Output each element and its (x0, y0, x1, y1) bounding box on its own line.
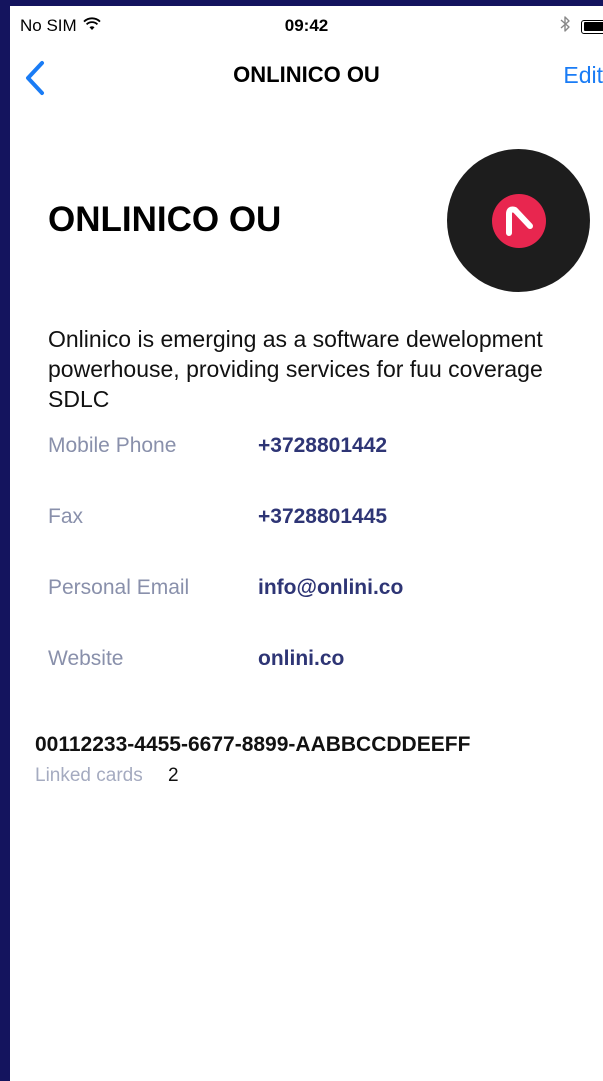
linked-cards-row[interactable]: Linked cards 2 (35, 765, 179, 787)
contact-label: Website (48, 647, 124, 670)
website-link[interactable]: onlini.co (258, 647, 344, 671)
navigation-bar: ONLINICO OU Edit (10, 40, 603, 110)
bluetooth-icon (560, 15, 571, 38)
contact-row-website: Website onlini.co (48, 647, 588, 681)
contact-label: Personal Email (48, 576, 190, 599)
onlinico-logo-icon (491, 193, 546, 248)
contact-label: Fax (48, 505, 84, 528)
company-description: Onlinico is emerging as a software dewel… (48, 326, 543, 412)
email-link[interactable]: info@onlini.co (258, 576, 403, 600)
linked-cards-label: Linked cards (35, 765, 143, 786)
card-id: 00112233-4455-6677-8899-AABBCCDDEEFF (35, 733, 471, 756)
contact-row-fax: Fax +3728801445 (48, 505, 588, 539)
battery-icon (581, 19, 603, 34)
company-logo (447, 149, 590, 292)
contact-row-mobile-phone: Mobile Phone +3728801442 (48, 434, 588, 468)
linked-cards-count: 2 (168, 765, 179, 786)
company-name: ONLINICO OU (48, 200, 282, 239)
contact-label: Mobile Phone (48, 434, 177, 457)
nav-title: ONLINICO OU (233, 62, 380, 87)
contact-row-email: Personal Email info@onlini.co (48, 576, 588, 610)
fax-link[interactable]: +3728801445 (258, 505, 387, 529)
edit-button[interactable]: Edit (563, 62, 603, 89)
battery-level (583, 22, 603, 31)
phone-link[interactable]: +3728801442 (258, 434, 387, 458)
phone-screen: No SIM 09:42 ONLINICO OU Edit ONLINICO O… (10, 6, 603, 1081)
status-time: 09:42 (284, 16, 329, 35)
status-bar: No SIM 09:42 (10, 6, 603, 40)
status-right (560, 15, 603, 38)
